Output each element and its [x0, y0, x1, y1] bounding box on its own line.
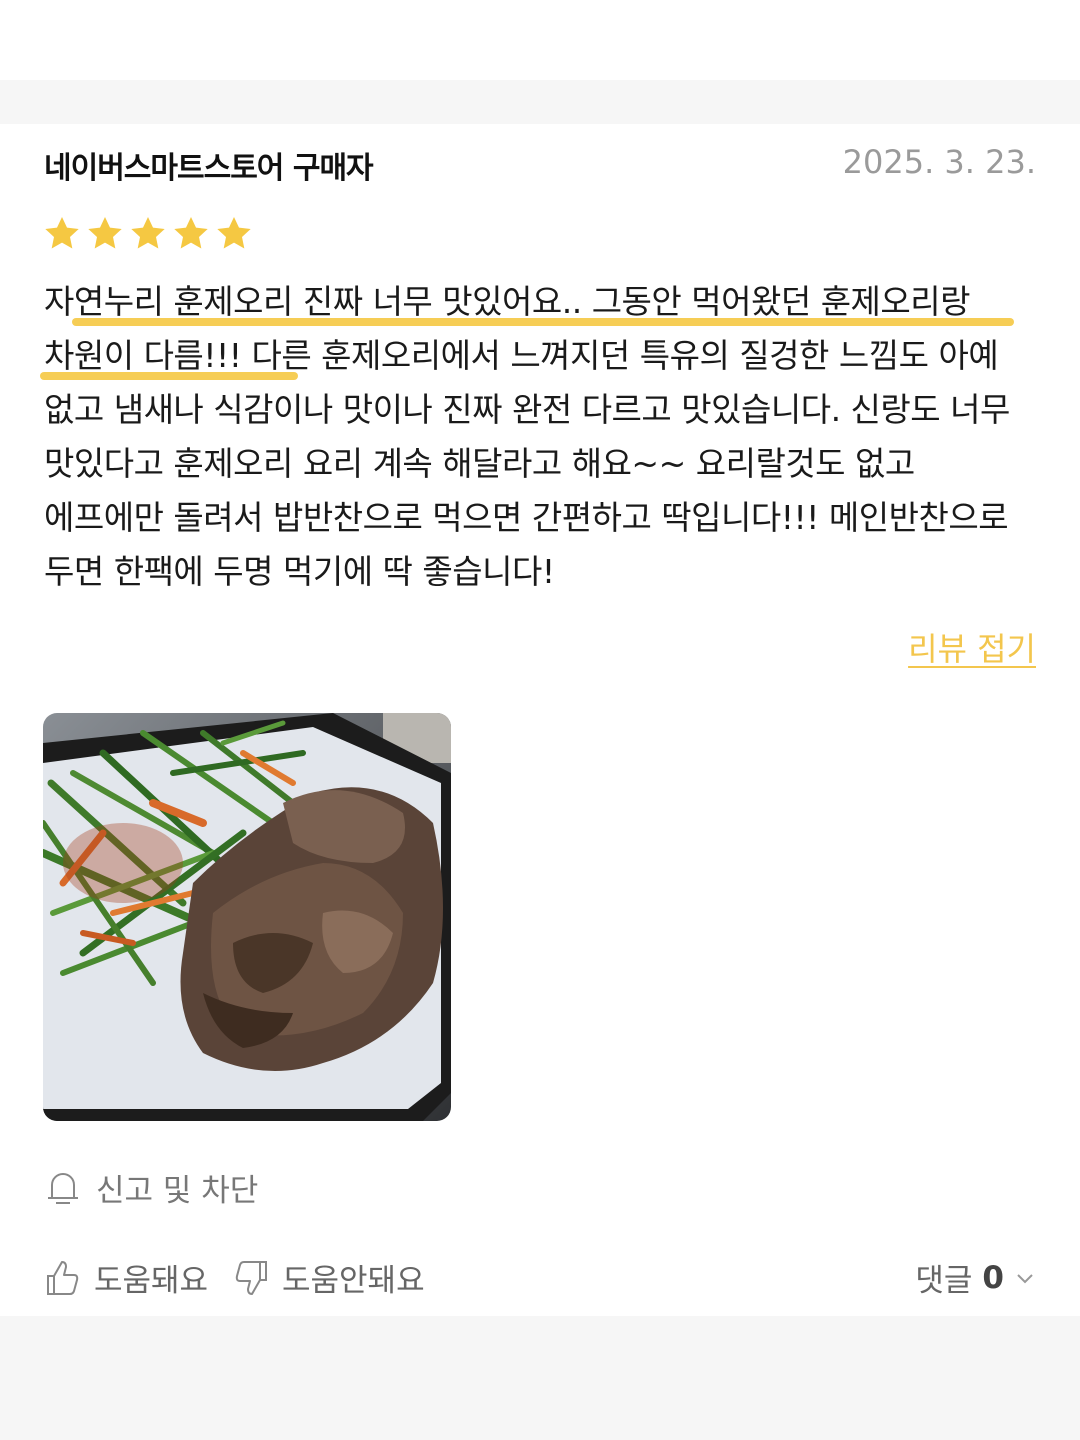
bell-icon — [48, 1172, 78, 1204]
helpful-button[interactable]: 도움돼요 — [44, 1255, 208, 1300]
food-photo-image — [43, 713, 451, 1121]
thumbs-down-icon — [235, 1260, 267, 1295]
comments-count: 0 — [982, 1259, 1004, 1296]
star-icon — [217, 217, 251, 249]
star-icon — [131, 217, 165, 249]
star-icon — [88, 217, 122, 249]
not-helpful-button[interactable]: 도움안돼요 — [232, 1255, 425, 1300]
report-block-label: 신고 및 차단 — [96, 1173, 259, 1209]
thumbs-up-icon — [47, 1260, 79, 1295]
review-date: 2025. 3. 23. — [842, 143, 1036, 181]
star-icon — [45, 217, 79, 249]
chevron-down-icon — [1017, 1273, 1033, 1283]
helpful-label: 도움돼요 — [94, 1263, 209, 1299]
section-divider — [0, 80, 1080, 124]
not-helpful-label: 도움안돼요 — [282, 1263, 425, 1299]
review-photo[interactable] — [43, 713, 451, 1121]
review-footer: 도움돼요 도움안돼요 댓글 0 — [44, 1255, 1036, 1305]
review-author: 네이버스마트스토어 구매자 — [44, 151, 374, 186]
star-icon — [174, 217, 208, 249]
section-divider-bottom — [0, 1316, 1080, 1440]
fold-review-link[interactable]: 리뷰 접기 — [908, 624, 1036, 670]
review-text: 자연누리 훈제오리 진짜 너무 맛있어요.. 그동안 먹어왔던 훈제오리랑 차원… — [44, 282, 1010, 591]
star-rating — [42, 214, 254, 254]
comments-label: 댓글 — [915, 1263, 973, 1299]
top-spacer — [0, 0, 1080, 80]
report-block-button[interactable]: 신고 및 차단 — [46, 1165, 258, 1210]
comments-toggle[interactable]: 댓글 0 — [915, 1255, 1036, 1300]
